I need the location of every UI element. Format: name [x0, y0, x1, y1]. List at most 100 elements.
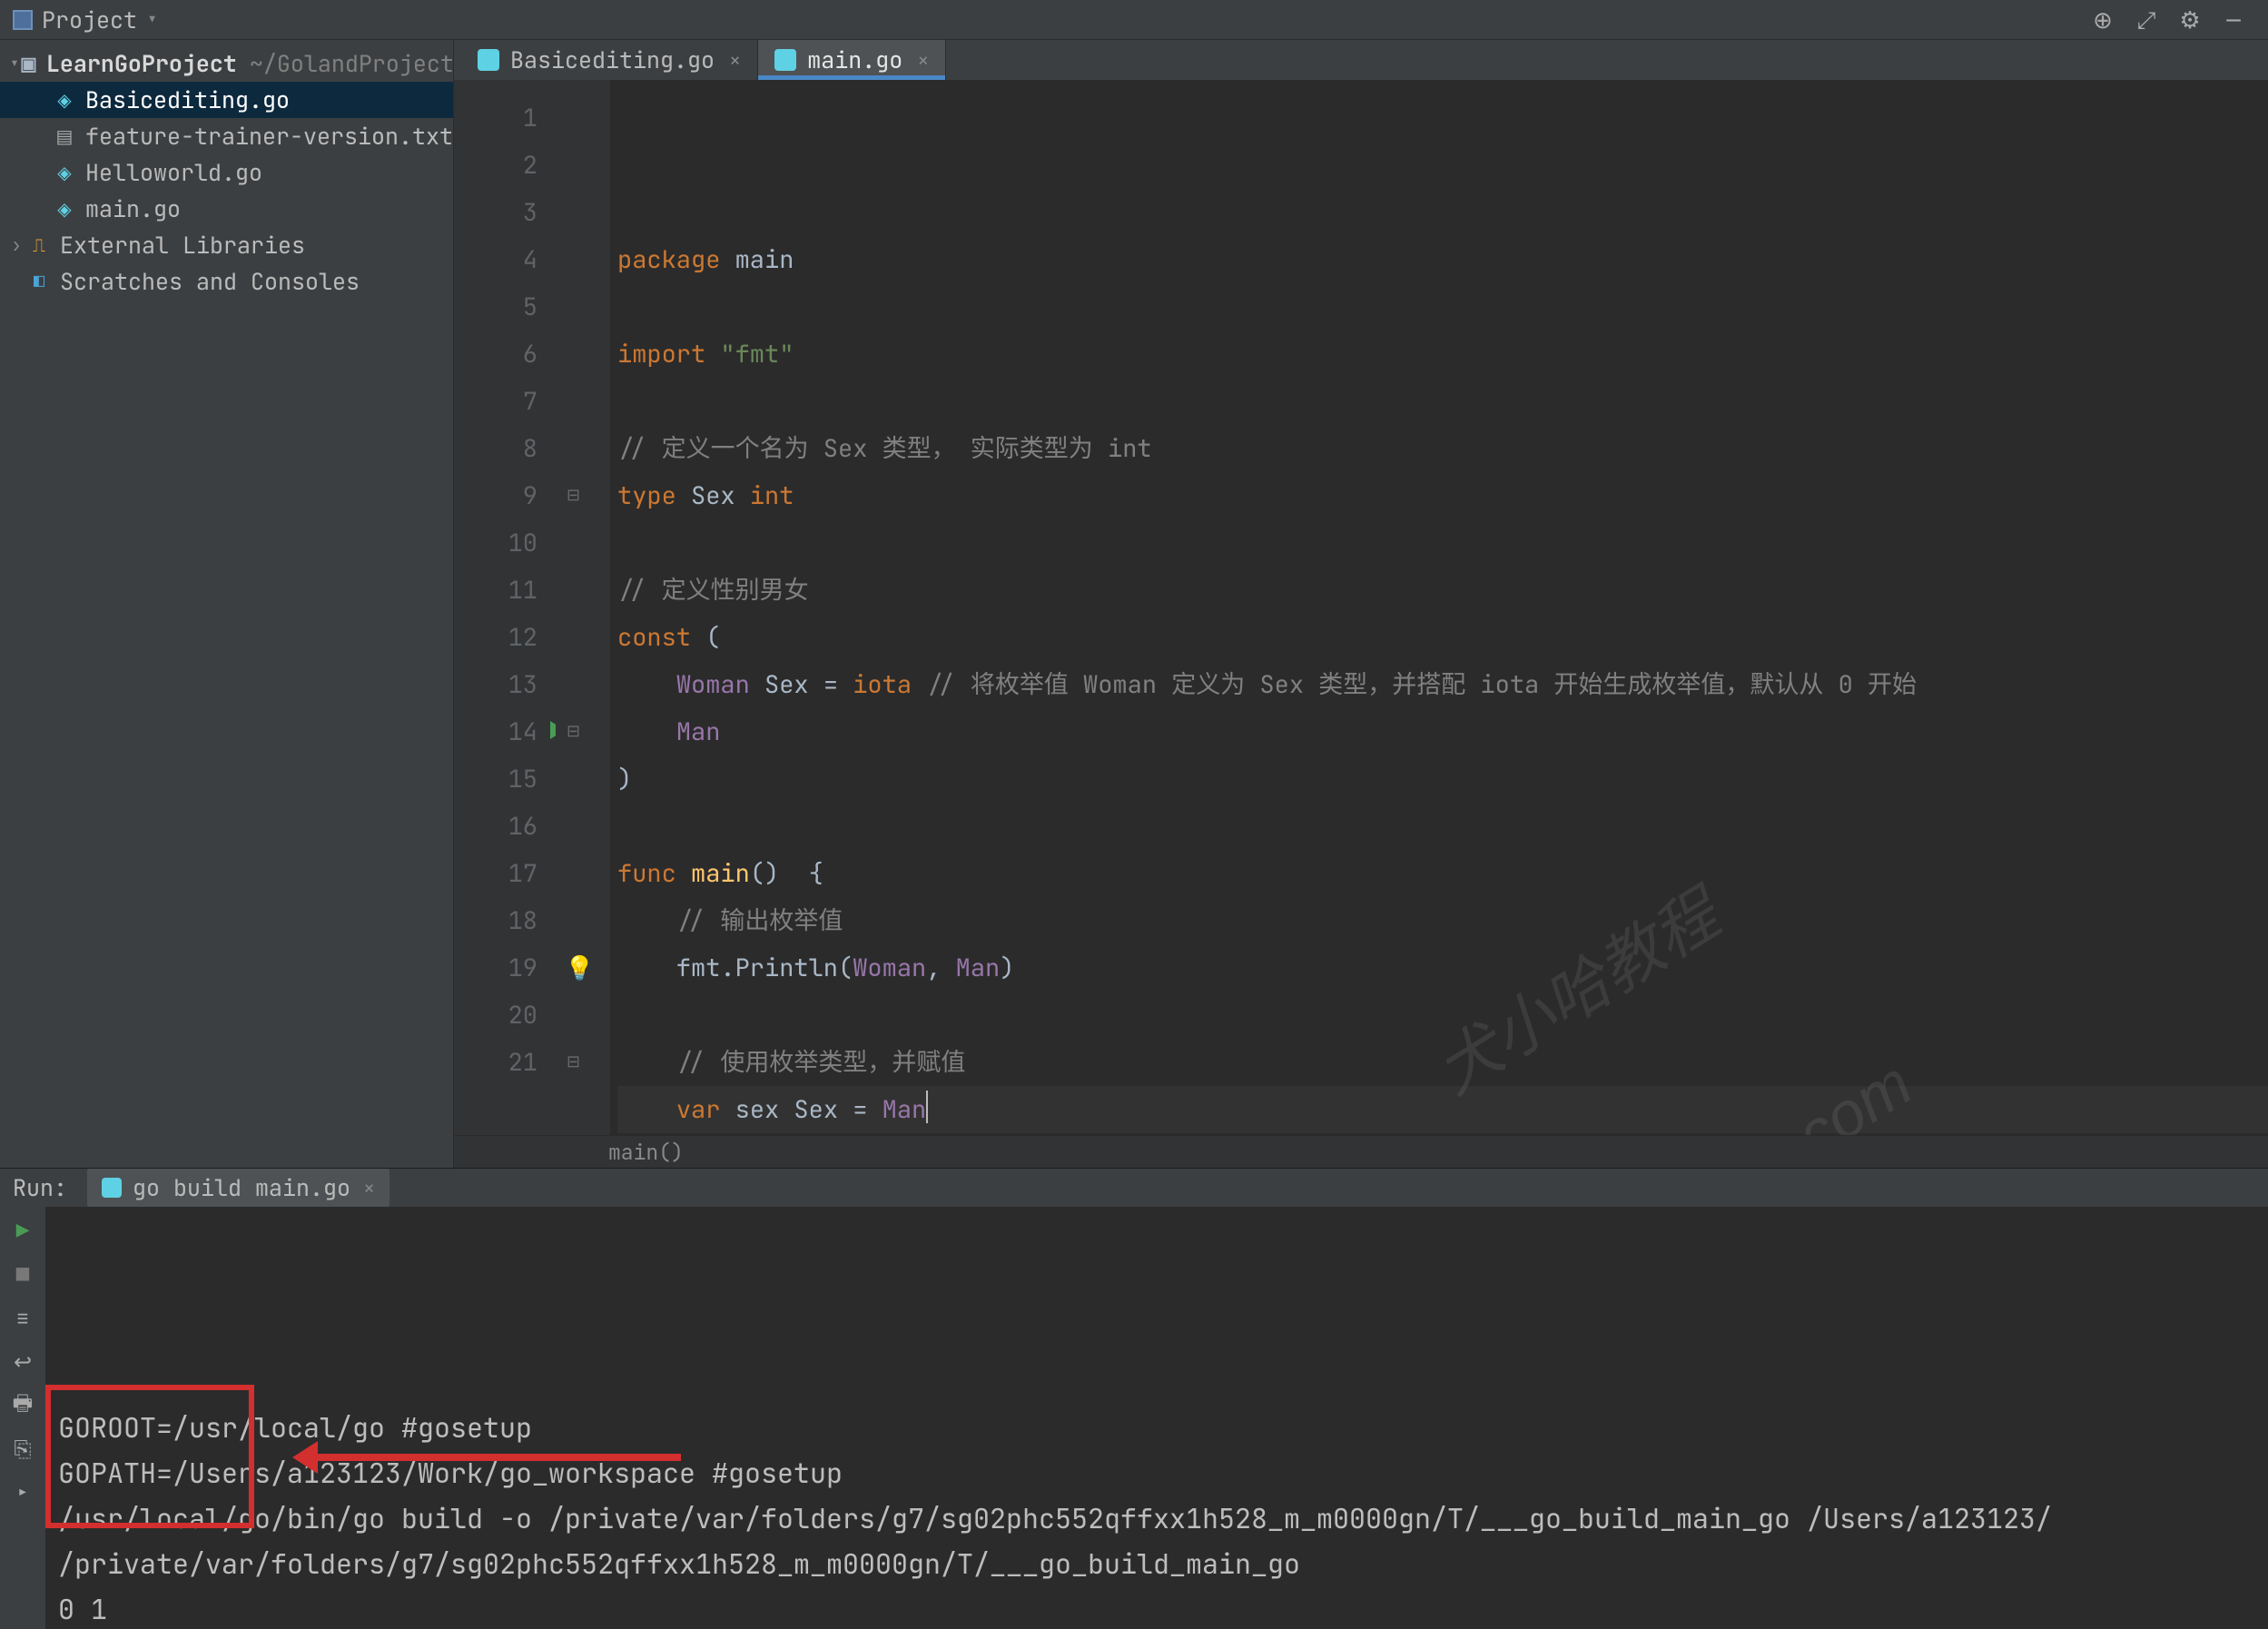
editor-gutter[interactable]: 123456789101112131415161718192021	[454, 80, 556, 1135]
tree-file-name: feature-trainer-version.txt	[85, 121, 453, 152]
close-icon[interactable]: ×	[917, 47, 929, 74]
chevron-right-icon[interactable]: ›	[5, 233, 27, 257]
line-number[interactable]: 14	[454, 708, 537, 755]
soft-wrap-icon[interactable]: ↩	[9, 1348, 36, 1376]
go-file-icon: ◈	[53, 161, 76, 184]
run-config-tab[interactable]: go build main.go ×	[87, 1169, 390, 1207]
code-line[interactable]: fmt.Println(sex)	[617, 1133, 2268, 1135]
code-line[interactable]: package main	[617, 236, 2268, 283]
code-line[interactable]: fmt.Println(Woman, Man)	[617, 944, 2268, 992]
scratches-row[interactable]: ◧ Scratches and Consoles	[0, 263, 453, 300]
code-line[interactable]: func main() {	[617, 850, 2268, 897]
tree-file-row[interactable]: ◈ main.go	[0, 191, 453, 227]
expand-all-icon[interactable]: ⤢	[2130, 4, 2163, 36]
line-number[interactable]: 7	[454, 378, 537, 425]
expand-icon[interactable]: ▸	[9, 1479, 36, 1506]
code-line[interactable]: var sex Sex = Man	[617, 1086, 2268, 1133]
chevron-down-icon[interactable]: ▾	[146, 6, 158, 33]
code-line[interactable]	[617, 992, 2268, 1039]
editor-fold-gutter[interactable]: ⊟ ⊟ ⊟ 💡	[556, 80, 610, 1135]
breadcrumb-bar[interactable]: main()	[454, 1135, 2268, 1168]
fold-icon[interactable]: ⊟	[567, 485, 580, 506]
layout-icon[interactable]: ≡	[9, 1305, 36, 1332]
close-icon[interactable]: ×	[363, 1175, 375, 1201]
code-line[interactable]: // 输出枚举值	[617, 897, 2268, 944]
line-number[interactable]: 13	[454, 661, 537, 708]
line-number[interactable]: 11	[454, 567, 537, 614]
line-number[interactable]: 5	[454, 283, 537, 331]
print-icon[interactable]: 🖶	[9, 1392, 36, 1419]
rerun-icon[interactable]: ▶	[9, 1218, 36, 1245]
tab-label: Basicediting.go	[510, 44, 715, 75]
tree-file-name: main.go	[85, 193, 181, 224]
line-number[interactable]: 3	[454, 189, 537, 236]
line-number[interactable]: 9	[454, 472, 537, 519]
code-editor[interactable]: 犬小哈教程 quanxiaoha.com package main import…	[610, 80, 2268, 1135]
code-line[interactable]: Man	[617, 708, 2268, 755]
breadcrumb-item[interactable]: main()	[608, 1139, 684, 1166]
stop-icon[interactable]: ■	[9, 1261, 36, 1288]
line-number[interactable]: 20	[454, 992, 537, 1039]
fold-icon[interactable]: ⊟	[567, 1051, 580, 1072]
scroll-icon[interactable]: ⎘	[9, 1436, 36, 1463]
code-line[interactable]	[617, 803, 2268, 850]
intention-bulb-icon[interactable]: 💡	[565, 952, 594, 983]
console-output[interactable]: GOROOT=/usr/local/go #gosetupGOPATH=/Use…	[45, 1207, 2268, 1629]
line-number[interactable]: 2	[454, 142, 537, 189]
fold-icon[interactable]: ⊟	[567, 721, 580, 742]
line-number[interactable]: 16	[454, 803, 537, 850]
code-line[interactable]: Woman Sex = iota // 将枚举值 Woman 定义为 Sex 类…	[617, 661, 2268, 708]
line-number[interactable]: 8	[454, 425, 537, 472]
annotation-box	[45, 1385, 254, 1528]
code-line[interactable]: // 定义性别男女	[617, 567, 2268, 614]
project-tool-title[interactable]: Project	[42, 5, 137, 35]
line-number[interactable]: 17	[454, 850, 537, 897]
annotation-arrow	[318, 1454, 681, 1461]
chevron-down-icon[interactable]: ▾	[9, 52, 20, 75]
line-number[interactable]: 21	[454, 1039, 537, 1086]
editor-tab[interactable]: main.go ×	[758, 40, 946, 80]
code-line[interactable]: // 使用枚举类型，并赋值	[617, 1039, 2268, 1086]
run-label: Run:	[13, 1172, 67, 1203]
code-line[interactable]: type Sex int	[617, 472, 2268, 519]
tree-file-row[interactable]: ◈ Helloworld.go	[0, 154, 453, 191]
project-tree[interactable]: ▾ ▣ LearnGoProject ~/GolandProject ◈Basi…	[0, 40, 454, 1168]
line-number[interactable]: 12	[454, 614, 537, 661]
code-line[interactable]: )	[617, 755, 2268, 803]
code-line[interactable]: const (	[617, 614, 2268, 661]
scratch-icon: ◧	[27, 270, 51, 293]
line-number[interactable]: 18	[454, 897, 537, 944]
code-line[interactable]	[617, 519, 2268, 567]
project-view-icon	[13, 10, 33, 30]
gear-icon[interactable]: ⚙	[2174, 4, 2206, 36]
close-icon[interactable]: ×	[729, 47, 741, 74]
line-number[interactable]: 19	[454, 944, 537, 992]
tree-file-name: Helloworld.go	[85, 157, 262, 188]
tab-label: main.go	[807, 44, 902, 75]
line-number[interactable]: 1	[454, 94, 537, 142]
console-line: /private/var/folders/g7/sg02phc552qffxx1…	[58, 1541, 2255, 1586]
console-line: /usr/local/go/bin/go build -o /private/v…	[58, 1496, 2255, 1541]
line-number[interactable]: 4	[454, 236, 537, 283]
project-root-row[interactable]: ▾ ▣ LearnGoProject ~/GolandProject	[0, 45, 453, 82]
editor-tab[interactable]: Basicediting.go ×	[461, 40, 758, 80]
line-number[interactable]: 6	[454, 331, 537, 378]
code-line[interactable]	[617, 378, 2268, 425]
tree-file-row[interactable]: ▤ feature-trainer-version.txt	[0, 118, 453, 154]
go-file-icon: ◈	[53, 197, 76, 221]
code-line[interactable]: // 定义一个名为 Sex 类型， 实际类型为 int	[617, 425, 2268, 472]
external-libraries-row[interactable]: › ⎍ External Libraries	[0, 227, 453, 263]
tree-file-row[interactable]: ◈Basicediting.go	[0, 82, 453, 118]
locate-icon[interactable]: ⊕	[2086, 4, 2119, 36]
code-line[interactable]: import "fmt"	[617, 331, 2268, 378]
editor-tabs[interactable]: Basicediting.go × main.go ×	[454, 40, 2268, 80]
hide-icon[interactable]: —	[2217, 4, 2250, 36]
code-line[interactable]	[617, 283, 2268, 331]
line-number[interactable]: 15	[454, 755, 537, 803]
line-number[interactable]: 10	[454, 519, 537, 567]
console-line: 0 1	[58, 1586, 2255, 1629]
text-file-icon: ▤	[53, 124, 76, 148]
project-root-path: ~/GolandProject	[250, 48, 453, 79]
run-tool-window: Run: go build main.go × ▶ ■ ≡ ↩ 🖶 ⎘ ▸ GO…	[0, 1168, 2268, 1629]
run-header: Run: go build main.go ×	[0, 1169, 2268, 1207]
